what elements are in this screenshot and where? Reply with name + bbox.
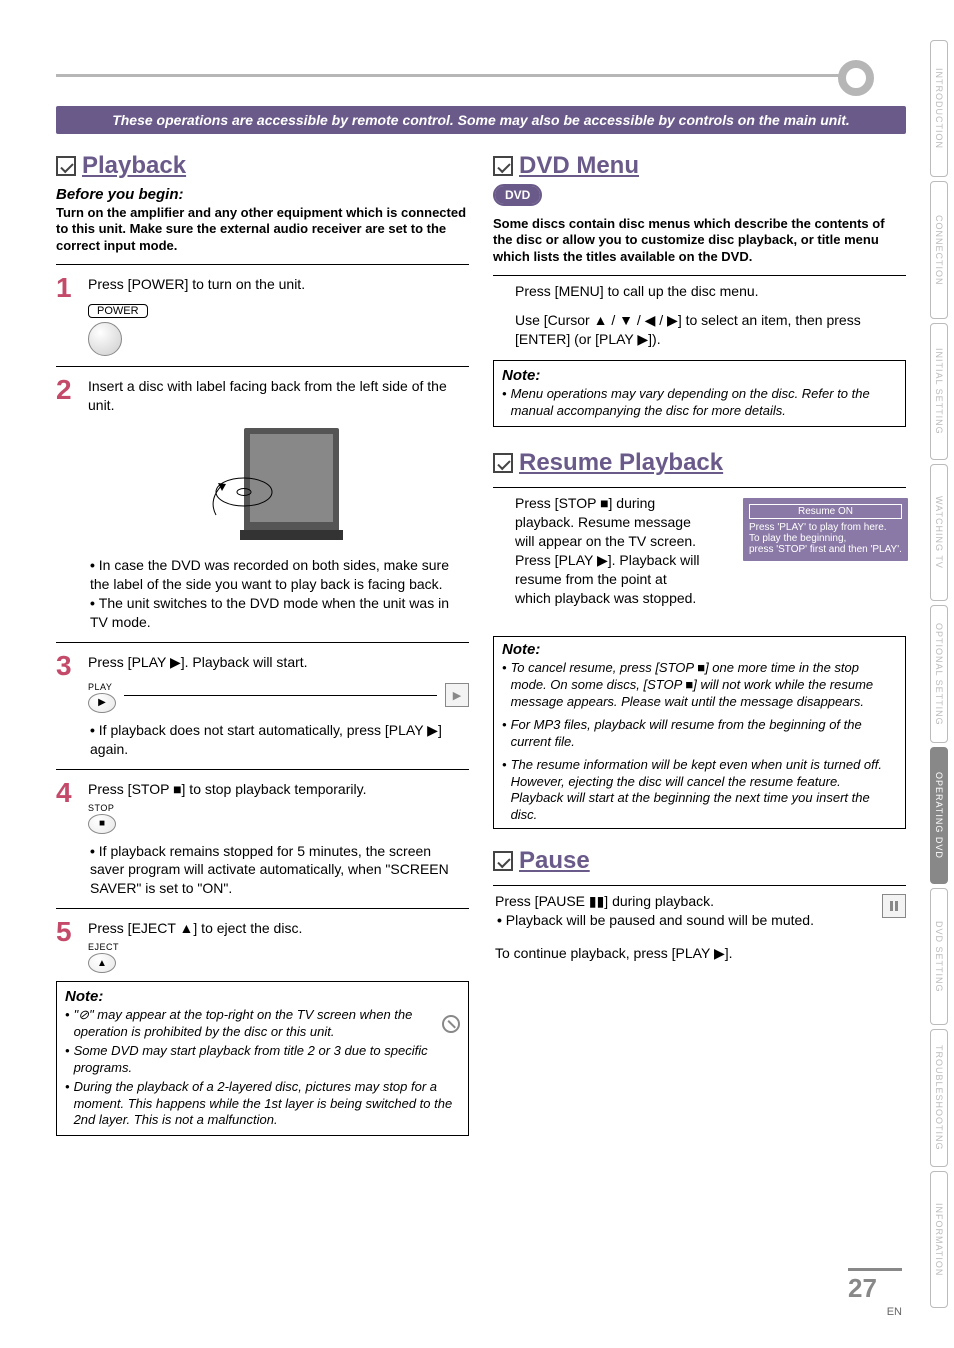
before-you-begin-text: Turn on the amplifier and any other equi… [56, 205, 469, 254]
note2-text: Some DVD may start playback from title 2… [74, 1043, 460, 1077]
stop-button-icon: ■ [88, 814, 116, 834]
divider [56, 366, 469, 367]
resume-p2: Press [PLAY ▶]. Playback will resume fro… [515, 551, 703, 608]
divider [493, 885, 906, 886]
resume-title-text: Resume Playback [519, 449, 723, 477]
resume-note1: To cancel resume, press [STOP ■] one mor… [511, 660, 897, 711]
step-number: 4 [56, 780, 78, 899]
sidebar-tab-watching-tv[interactable]: WATCHING TV [930, 464, 948, 601]
dvdmenu-p1: Press [MENU] to call up the disc menu. [515, 282, 906, 301]
playback-title-text: Playback [82, 152, 186, 180]
play-button-icon: ▶ [88, 693, 116, 713]
pause-p1: Press [PAUSE ▮▮] during playback. [495, 892, 872, 911]
dvdmenu-title-text: DVD Menu [519, 152, 639, 180]
note-title: Note: [494, 637, 905, 658]
step2-bullet1: In case the DVD was recorded on both sid… [90, 556, 469, 594]
onscreen-pause-icon [882, 894, 906, 918]
onscreen-play-icon: ▶ [445, 683, 469, 707]
prohibit-icon [442, 1015, 460, 1033]
left-column: Playback Before you begin: Turn on the a… [56, 142, 469, 1136]
sidebar-tab-introduction[interactable]: INTRODUCTION [930, 40, 948, 177]
divider [56, 908, 469, 909]
header-circle-ornament [838, 60, 874, 96]
power-button-label: POWER [88, 304, 148, 318]
step3-bullet1: If playback does not start automatically… [90, 721, 469, 759]
resume-osd-line2: To play the beginning, [749, 533, 902, 544]
resume-note-box: Note: •To cancel resume, press [STOP ■] … [493, 636, 906, 829]
sidebar-tab-information[interactable]: INFORMATION [930, 1171, 948, 1308]
section-tabs-sidebar: INTRODUCTION CONNECTION INITIAL SETTING WAT… [930, 40, 948, 1308]
checkbox-icon [493, 851, 513, 871]
pause-title-text: Pause [519, 847, 590, 875]
checkbox-icon [56, 156, 76, 176]
note3-text: During the playback of a 2-layered disc,… [74, 1079, 460, 1130]
playback-heading: Playback [56, 152, 469, 180]
divider [56, 642, 469, 643]
pause-heading: Pause [493, 847, 906, 875]
remote-control-banner: These operations are accessible by remot… [56, 106, 906, 134]
step-5: 5 Press [EJECT ▲] to eject the disc. EJE… [56, 919, 469, 973]
dvdmenu-p2: Use [Cursor ▲ / ▼ / ◀ / ▶] to select an … [515, 311, 906, 349]
sidebar-tab-connection[interactable]: CONNECTION [930, 181, 948, 318]
step-number: 3 [56, 653, 78, 759]
pause-p2: To continue playback, press [PLAY ▶]. [495, 944, 872, 963]
step1-text: Press [POWER] to turn on the unit. [88, 275, 469, 294]
sidebar-tab-operating-dvd[interactable]: OPERATING DVD [930, 747, 948, 884]
step4-text: Press [STOP ■] to stop playback temporar… [88, 780, 469, 799]
step2-text: Insert a disc with label facing back fro… [88, 377, 469, 415]
connector-line [124, 695, 437, 696]
step2-bullet2: The unit switches to the DVD mode when t… [90, 594, 469, 632]
page-number-text: 27 [848, 1273, 877, 1303]
step-number: 5 [56, 919, 78, 973]
page-number: 27 [848, 1268, 902, 1304]
play-button-label: PLAY [88, 682, 116, 692]
eject-button-label: EJECT [88, 942, 469, 952]
note-title: Note: [502, 367, 897, 384]
eject-button-icon: ▲ [88, 953, 116, 973]
page-language: EN [887, 1306, 902, 1318]
dvdmenu-heading: DVD Menu [493, 152, 906, 180]
step5-text: Press [EJECT ▲] to eject the disc. [88, 919, 469, 938]
divider [56, 264, 469, 265]
dvd-pill: DVD [493, 184, 542, 206]
sidebar-tab-optional-setting[interactable]: OPTIONAL SETTING [930, 605, 948, 742]
note1-text: "⊘" may appear at the top-right on the T… [74, 1007, 436, 1041]
checkbox-icon [493, 156, 513, 176]
step-1: 1 Press [POWER] to turn on the unit. POW… [56, 275, 469, 356]
dvdmenu-intro: Some discs contain disc menus which desc… [493, 216, 906, 265]
divider [493, 275, 906, 276]
step-2: 2 Insert a disc with label facing back f… [56, 377, 469, 632]
resume-osd-line3: press 'STOP' first and then 'PLAY'. [749, 544, 902, 555]
power-button-icon [88, 322, 122, 356]
resume-p1: Press [STOP ■] during playback. Resume m… [515, 494, 703, 551]
resume-note3: The resume information will be kept even… [511, 757, 897, 825]
right-column: DVD Menu DVD Some discs contain disc men… [493, 142, 906, 1136]
divider [493, 487, 906, 488]
resume-osd-line1: Press 'PLAY' to play from here. [749, 522, 902, 533]
sidebar-tab-initial-setting[interactable]: INITIAL SETTING [930, 323, 948, 460]
resume-osd-title: Resume ON [749, 504, 902, 519]
step4-bullet1: If playback remains stopped for 5 minute… [90, 842, 469, 899]
step-number: 2 [56, 377, 78, 632]
resume-heading: Resume Playback [493, 449, 906, 477]
sidebar-tab-dvd-setting[interactable]: DVD SETTING [930, 888, 948, 1025]
note-title: Note: [65, 988, 460, 1005]
checkbox-icon [493, 453, 513, 473]
before-you-begin-label: Before you begin: [56, 186, 469, 203]
dvdmenu-note-box: Note: •Menu operations may vary dependin… [493, 360, 906, 427]
step-4: 4 Press [STOP ■] to stop playback tempor… [56, 780, 469, 899]
disc-insert-illustration [204, 420, 354, 550]
sidebar-tab-troubleshooting[interactable]: TROUBLESHOOTING [930, 1029, 948, 1166]
dvdmenu-note1: Menu operations may vary depending on th… [511, 386, 897, 420]
dvd-pill-label: DVD [495, 186, 540, 204]
step-3: 3 Press [PLAY ▶]. Playback will start. P… [56, 653, 469, 759]
step3-text: Press [PLAY ▶]. Playback will start. [88, 653, 469, 672]
divider [56, 769, 469, 770]
resume-note2: For MP3 files, playback will resume from… [511, 717, 897, 751]
pause-bullet: Playback will be paused and sound will b… [497, 911, 872, 930]
playback-note-box: Note: • "⊘" may appear at the top-right … [56, 981, 469, 1136]
step-number: 1 [56, 275, 78, 356]
resume-osd-box: Resume ON Press 'PLAY' to play from here… [743, 498, 908, 561]
stop-button-label: STOP [88, 803, 469, 813]
